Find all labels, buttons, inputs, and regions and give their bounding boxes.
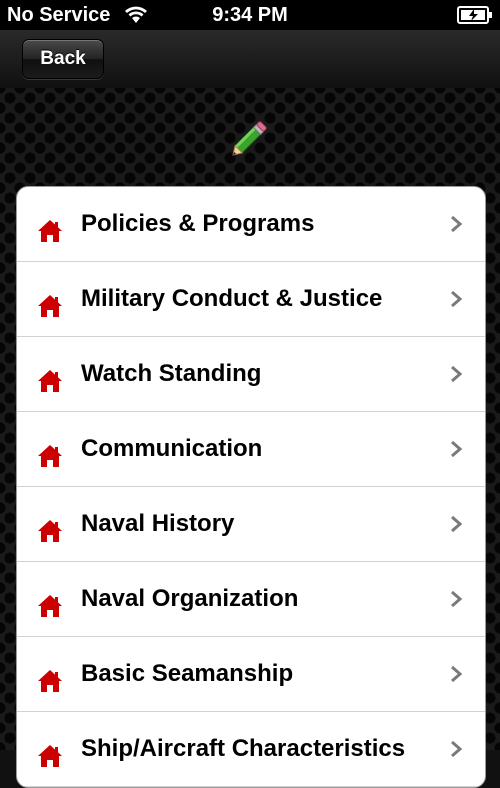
list-item[interactable]: Watch Standing xyxy=(17,337,485,412)
list-item-label: Watch Standing xyxy=(81,360,262,387)
navigation-bar: Back xyxy=(0,30,500,89)
home-icon xyxy=(38,295,62,317)
list-item-label: Military Conduct & Justice xyxy=(81,285,383,312)
list-item-label: Communication xyxy=(81,435,263,462)
topic-list: Policies & Programs Military Conduct & Ju… xyxy=(16,186,486,788)
pencil-icon xyxy=(232,121,267,156)
back-button[interactable]: Back xyxy=(22,39,104,79)
home-icon xyxy=(38,595,62,617)
list-item[interactable]: Naval History xyxy=(17,487,485,562)
list-item-label: Policies & Programs xyxy=(81,210,315,237)
home-icon xyxy=(38,220,62,242)
list-item-label: Basic Seamanship xyxy=(81,660,294,687)
list-item-label: Naval Organization xyxy=(81,585,299,612)
chevron-right-icon xyxy=(451,440,463,458)
clock: 9:34 PM xyxy=(212,4,288,26)
chevron-right-icon xyxy=(451,590,463,608)
list-item[interactable]: Military Conduct & Justice xyxy=(17,262,485,337)
home-icon xyxy=(38,670,62,692)
chevron-right-icon xyxy=(451,365,463,383)
chevron-right-icon xyxy=(451,740,463,758)
list-item[interactable]: Naval Organization xyxy=(17,562,485,637)
home-icon xyxy=(38,520,62,542)
chevron-right-icon xyxy=(451,665,463,683)
chevron-right-icon xyxy=(451,290,463,308)
chevron-right-icon xyxy=(451,515,463,533)
list-item-label: Ship/Aircraft Characteristics xyxy=(81,735,406,762)
list-item[interactable]: Communication xyxy=(17,412,485,487)
list-item[interactable]: Policies & Programs xyxy=(17,187,485,262)
home-icon xyxy=(38,445,62,467)
home-icon xyxy=(38,370,62,392)
home-icon xyxy=(38,745,62,767)
battery-icon xyxy=(457,6,492,24)
list-item[interactable]: Basic Seamanship xyxy=(17,637,485,712)
chevron-right-icon xyxy=(451,215,463,233)
list-item-label: Naval History xyxy=(81,510,235,537)
status-bar: No Service 9:34 PM xyxy=(0,0,500,30)
